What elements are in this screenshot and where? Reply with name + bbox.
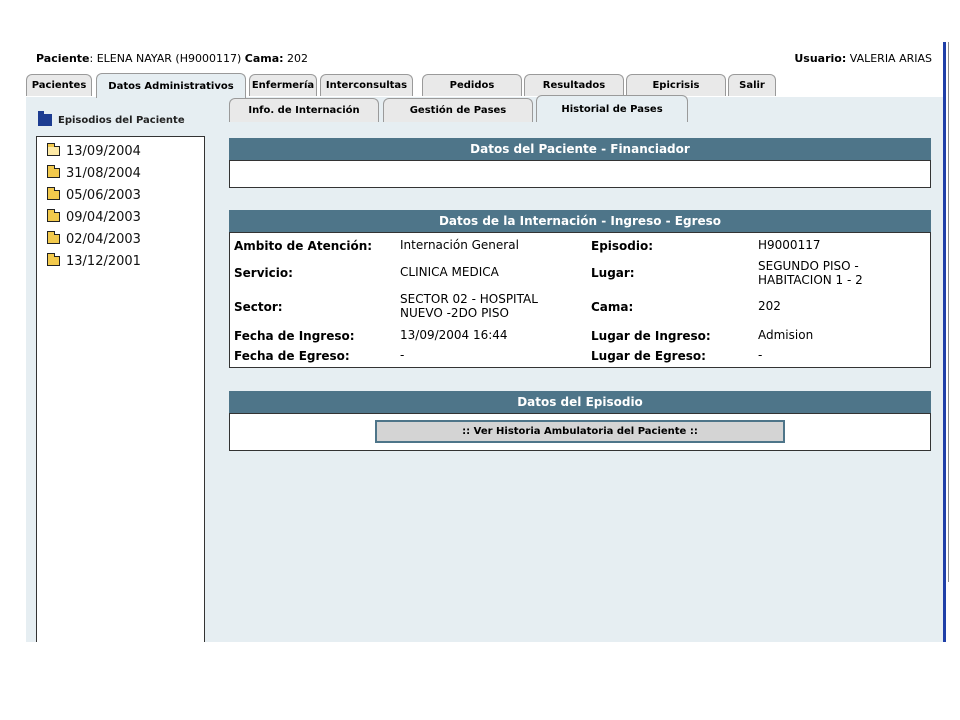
- folder-icon: [38, 111, 52, 126]
- window-edge-line: [948, 42, 949, 582]
- bed-label: Cama:: [244, 52, 284, 65]
- lugar-ingreso-value: Admision: [758, 328, 814, 342]
- servicio-label: Servicio:: [234, 266, 293, 280]
- ambito-value: Internación General: [400, 238, 519, 252]
- subtab-gestion-pases[interactable]: Gestión de Pases: [383, 98, 533, 122]
- tab-datos-administrativos[interactable]: Datos Administrativos: [96, 73, 246, 98]
- folder-icon: [46, 209, 60, 222]
- folder-icon: [46, 187, 60, 200]
- episodes-title-text: Episodios del Paciente: [58, 114, 185, 126]
- cama-value: 202: [758, 299, 781, 313]
- app-window: Paciente: ELENA NAYAR (H9000117) Cama: 2…: [26, 42, 946, 642]
- user-value: VALERIA ARIAS: [846, 52, 932, 65]
- window-border: [943, 42, 946, 642]
- fecha-egreso-label: Fecha de Egreso:: [234, 349, 350, 363]
- sector-label: Sector:: [234, 300, 283, 314]
- tab-salir[interactable]: Salir: [728, 74, 776, 96]
- fecha-ingreso-value: 13/09/2004 16:44: [400, 328, 508, 342]
- episodio-header: Datos del Episodio: [229, 391, 931, 413]
- main-tab-bar: Pacientes Datos Administrativos Enfermer…: [26, 73, 946, 98]
- bed-value: 202: [283, 52, 309, 65]
- folder-open-icon: [46, 143, 60, 156]
- ver-historia-ambulatoria-button[interactable]: :: Ver Historia Ambulatoria del Paciente…: [375, 420, 785, 443]
- episodio-label: Episodio:: [591, 239, 654, 253]
- episode-date: 05/06/2003: [66, 187, 141, 203]
- episode-item[interactable]: 02/04/2003: [46, 229, 141, 249]
- episode-item[interactable]: 13/09/2004: [46, 141, 141, 161]
- patient-label: Paciente: [36, 52, 90, 65]
- tab-pedidos[interactable]: Pedidos: [422, 74, 522, 96]
- fecha-egreso-value: -: [400, 348, 405, 362]
- folder-icon: [46, 231, 60, 244]
- financiador-header: Datos del Paciente - Financiador: [229, 138, 931, 160]
- episode-date: 13/12/2001: [66, 253, 141, 269]
- user-label: Usuario:: [794, 52, 847, 65]
- episode-date: 09/04/2003: [66, 209, 141, 225]
- tab-epicrisis[interactable]: Epicrisis: [626, 74, 726, 96]
- episode-item[interactable]: 31/08/2004: [46, 163, 141, 183]
- tab-interconsultas[interactable]: Interconsultas: [320, 74, 413, 96]
- lugar-value-line2: HABITACION 1 - 2: [758, 273, 863, 287]
- tab-enfermeria[interactable]: Enfermería: [249, 74, 317, 96]
- episode-item[interactable]: 09/04/2003: [46, 207, 141, 227]
- episodes-list[interactable]: 13/09/2004 31/08/2004 05/06/2003 09/04/2…: [36, 136, 205, 642]
- episode-item[interactable]: 13/12/2001: [46, 251, 141, 271]
- internacion-header: Datos de la Internación - Ingreso - Egre…: [229, 210, 931, 232]
- financiador-body: [229, 160, 931, 188]
- lugar-egreso-label: Lugar de Egreso:: [591, 349, 706, 363]
- patient-info: Paciente: ELENA NAYAR (H9000117) Cama: 2…: [36, 52, 308, 65]
- episodio-body: :: Ver Historia Ambulatoria del Paciente…: [229, 413, 931, 451]
- episodio-value: H9000117: [758, 238, 821, 252]
- internacion-body: Ambito de Atención: Internación General …: [229, 232, 931, 368]
- tab-pacientes[interactable]: Pacientes: [26, 74, 92, 96]
- folder-icon: [46, 253, 60, 266]
- subtab-historial-pases[interactable]: Historial de Pases: [536, 95, 688, 122]
- patient-value: : ELENA NAYAR (H9000117): [89, 52, 242, 65]
- episodes-title: Episodios del Paciente: [38, 111, 185, 126]
- lugar-egreso-value: -: [758, 348, 763, 362]
- lugar-value-line1: SEGUNDO PISO -: [758, 259, 859, 273]
- fecha-ingreso-label: Fecha de Ingreso:: [234, 329, 355, 343]
- subtab-info-internacion[interactable]: Info. de Internación: [229, 98, 379, 122]
- sector-value-line2: NUEVO -2DO PISO: [400, 306, 509, 320]
- ambito-label: Ambito de Atención:: [234, 239, 373, 253]
- cama-label: Cama:: [591, 300, 634, 314]
- episode-date: 13/09/2004: [66, 143, 141, 159]
- sector-value-line1: SECTOR 02 - HOSPITAL: [400, 292, 538, 306]
- episode-date: 02/04/2003: [66, 231, 141, 247]
- episode-item[interactable]: 05/06/2003: [46, 185, 141, 205]
- servicio-value: CLINICA MEDICA: [400, 265, 499, 279]
- lugar-label: Lugar:: [591, 266, 635, 280]
- folder-icon: [46, 165, 60, 178]
- user-info: Usuario: VALERIA ARIAS: [794, 52, 932, 65]
- tab-resultados[interactable]: Resultados: [524, 74, 624, 96]
- lugar-ingreso-label: Lugar de Ingreso:: [591, 329, 711, 343]
- episode-date: 31/08/2004: [66, 165, 141, 181]
